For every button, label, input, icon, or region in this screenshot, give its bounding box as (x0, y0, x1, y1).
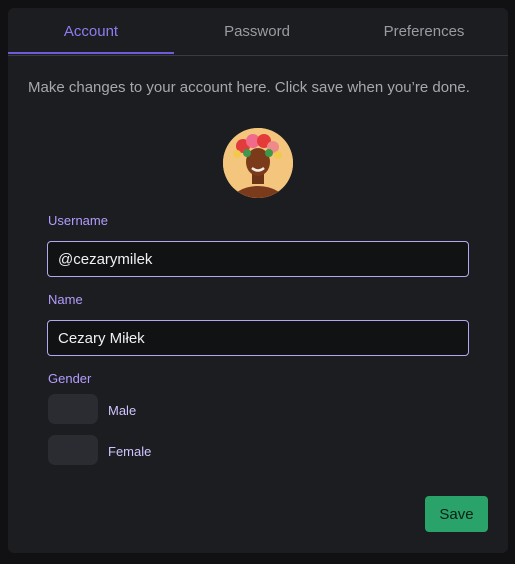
username-label: Username (48, 213, 108, 228)
gender-female-label[interactable]: Female (108, 444, 151, 459)
gender-male-label[interactable]: Male (108, 403, 136, 418)
tab-account[interactable]: Account (8, 8, 174, 55)
gender-female-radio[interactable] (48, 435, 98, 465)
avatar (223, 128, 293, 198)
gender-label: Gender (48, 371, 92, 386)
tab-list: Account Password Preferences (8, 8, 508, 56)
tab-account-label: Account (63, 23, 119, 40)
account-settings-card: Account Password Preferences Make change… (8, 8, 508, 553)
tab-password[interactable]: Password (174, 8, 340, 55)
active-tab-indicator (8, 52, 174, 54)
name-label: Name (48, 292, 83, 307)
tab-preferences[interactable]: Preferences (340, 8, 508, 55)
avatar-image (223, 128, 293, 198)
save-button[interactable]: Save (425, 496, 488, 532)
name-input[interactable] (47, 320, 469, 356)
username-input[interactable] (47, 241, 469, 277)
account-description: Make changes to your account here. Click… (28, 79, 470, 96)
tab-password-label: Password (224, 23, 290, 40)
gender-male-radio[interactable] (48, 394, 98, 424)
tab-preferences-label: Preferences (383, 23, 465, 40)
